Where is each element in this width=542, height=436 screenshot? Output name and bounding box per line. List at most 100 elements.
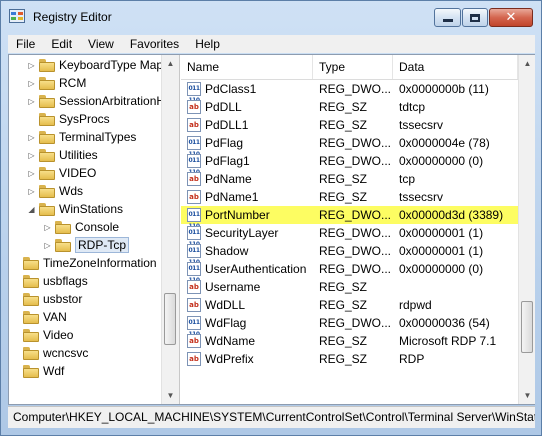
expand-arrow-icon[interactable]: ▷ xyxy=(27,187,36,196)
tree-item[interactable]: ▷ Console xyxy=(9,218,179,236)
value-row[interactable]: ab PdName1 REG_SZ tssecsrv xyxy=(181,188,518,206)
scroll-down-icon[interactable]: ▼ xyxy=(519,387,535,404)
value-row[interactable]: 011 110 WdFlag REG_DWO... 0x00000036 (54) xyxy=(181,314,518,338)
value-type: REG_SZ xyxy=(319,100,368,114)
value-row[interactable]: 011 110 PortNumber REG_DWO... 0x00000d3d (3… xyxy=(181,206,518,230)
value-row[interactable]: ab WdDLL REG_SZ rdpwd xyxy=(181,296,518,314)
value-row[interactable]: ab WdPrefix REG_SZ RDP xyxy=(181,350,518,368)
value-row[interactable]: 011 110 PdFlag1 REG_DWO... 0x00000000 (0) xyxy=(181,152,518,176)
value-name: WdDLL xyxy=(205,298,246,312)
value-type: REG_SZ xyxy=(319,334,368,348)
expand-arrow-icon[interactable]: ▷ xyxy=(27,61,36,70)
binary-value-icon: 011 110 xyxy=(187,208,201,230)
binary-value-icon: 011 110 xyxy=(187,262,201,284)
value-row[interactable]: ab PdName REG_SZ tcp xyxy=(181,170,518,188)
expand-arrow-icon[interactable]: ▷ xyxy=(27,169,36,178)
value-row[interactable]: ab PdDLL REG_SZ tdtcp xyxy=(181,98,518,116)
value-row[interactable]: ab Username REG_SZ xyxy=(181,278,518,296)
scroll-up-icon[interactable]: ▲ xyxy=(519,55,535,72)
tree-item[interactable]: usbstor xyxy=(9,290,161,308)
window-title: Registry Editor xyxy=(33,10,112,24)
expand-arrow-icon[interactable]: ▷ xyxy=(43,223,52,232)
value-row[interactable]: 011 110 PdClass1 REG_DWO... 0x0000000b (11) xyxy=(181,80,518,104)
value-name: PdClass1 xyxy=(205,82,257,96)
tree-item[interactable]: ▷ RDP-Tcp xyxy=(9,236,179,254)
scroll-down-icon[interactable]: ▼ xyxy=(162,387,179,404)
tree-item[interactable]: Video xyxy=(9,326,161,344)
value-row[interactable]: ab PdDLL1 REG_SZ tssecsrv xyxy=(181,116,518,134)
folder-icon xyxy=(39,202,55,216)
title-bar[interactable]: Registry Editor ✕ xyxy=(1,1,541,33)
value-name: WdFlag xyxy=(205,316,247,330)
menu-view[interactable]: View xyxy=(80,37,122,51)
key-tree: ▷ KeyboardType Mapp ▷ RCM ▷ SessionArbitratio… xyxy=(9,55,180,404)
minimize-button[interactable] xyxy=(434,8,461,27)
value-row[interactable]: ab WdName REG_SZ Microsoft RDP 7.1 xyxy=(181,332,518,350)
tree-item[interactable]: Wdf xyxy=(9,362,161,380)
expand-arrow-icon[interactable]: ▷ xyxy=(27,97,36,106)
tree-item[interactable]: TimeZoneInformation xyxy=(9,254,161,272)
tree-item-label: VIDEO xyxy=(59,166,97,180)
menu-file[interactable]: File xyxy=(8,37,43,51)
scroll-up-icon[interactable]: ▲ xyxy=(162,55,179,72)
tree-item[interactable]: ◢ WinStations xyxy=(9,200,177,218)
tree-item[interactable]: ▷ TerminalTypes xyxy=(9,128,177,146)
expand-arrow-icon[interactable]: ◢ xyxy=(27,205,36,214)
string-value-icon: ab xyxy=(187,298,201,312)
column-data-header[interactable]: Data xyxy=(393,55,518,79)
tree-item[interactable]: ▷ KeyboardType Mapp xyxy=(9,56,177,74)
folder-icon xyxy=(23,310,39,324)
maximize-button[interactable] xyxy=(462,8,488,27)
tree-scrollbar[interactable]: ▲ ▼ xyxy=(161,55,179,404)
tree-item[interactable]: usbflags xyxy=(9,272,161,290)
column-name-header[interactable]: Name xyxy=(181,55,313,79)
value-type: REG_SZ xyxy=(319,352,368,366)
menu-edit[interactable]: Edit xyxy=(43,37,80,51)
tree-item[interactable]: ▷ RCM xyxy=(9,74,177,92)
tree-item-label: SysProcs xyxy=(59,112,110,126)
tree-item[interactable]: ▷ VIDEO xyxy=(9,164,177,182)
tree-item-label: KeyboardType Mapp xyxy=(59,58,170,72)
expand-arrow-icon[interactable]: ▷ xyxy=(27,151,36,160)
string-value-icon: ab xyxy=(187,280,201,294)
folder-icon xyxy=(39,166,55,180)
tree-item[interactable]: VAN xyxy=(9,308,161,326)
close-button[interactable]: ✕ xyxy=(489,8,533,27)
value-type: REG_DWO... xyxy=(319,208,392,222)
value-name: WdName xyxy=(205,334,256,348)
tree-item[interactable]: wcncsvc xyxy=(9,344,161,362)
menu-help[interactable]: Help xyxy=(187,37,228,51)
tree-item[interactable]: ▷ Utilities xyxy=(9,146,177,164)
binary-value-icon: 011 110 xyxy=(187,154,201,176)
value-type: REG_DWO... xyxy=(319,244,392,258)
string-value-icon: ab xyxy=(187,172,201,186)
value-row[interactable]: 011 110 Shadow REG_DWO... 0x00000001 (1) xyxy=(181,242,518,266)
value-row[interactable]: 011 110 SecurityLayer REG_DWO... 0x00000001… xyxy=(181,224,518,248)
tree-item-label: Wds xyxy=(59,184,83,198)
value-type: REG_DWO... xyxy=(319,136,392,150)
menu-favorites[interactable]: Favorites xyxy=(122,37,187,51)
tree-item[interactable]: SysProcs xyxy=(9,110,177,128)
values-scrollbar[interactable]: ▲ ▼ xyxy=(518,55,535,404)
tree-item[interactable]: ▷ Wds xyxy=(9,182,177,200)
expand-arrow-icon[interactable]: ▷ xyxy=(27,79,36,88)
value-data: 0x00000001 (1) xyxy=(399,226,484,240)
tree-item-label: usbflags xyxy=(43,274,88,288)
expand-arrow-icon[interactable]: ▷ xyxy=(43,241,52,250)
value-name: SecurityLayer xyxy=(205,226,279,240)
values-scroll-thumb[interactable] xyxy=(521,301,533,353)
string-value-icon: ab xyxy=(187,190,201,204)
value-data: 0x00000000 (0) xyxy=(399,262,484,276)
folder-icon xyxy=(39,58,55,72)
value-name: PdFlag xyxy=(205,136,244,150)
tree-item-label: TerminalTypes xyxy=(59,130,137,144)
value-name: UserAuthentication xyxy=(205,262,307,276)
column-type-header[interactable]: Type xyxy=(313,55,393,79)
value-data: 0x00000001 (1) xyxy=(399,244,484,258)
expand-arrow-icon[interactable]: ▷ xyxy=(27,133,36,142)
value-row[interactable]: 011 110 PdFlag REG_DWO... 0x0000004e (78) xyxy=(181,134,518,158)
value-row[interactable]: 011 110 UserAuthentication REG_DWO... 0x000… xyxy=(181,260,518,284)
tree-item[interactable]: ▷ SessionArbitrationH xyxy=(9,92,177,110)
value-type: REG_DWO... xyxy=(319,82,392,96)
tree-scroll-thumb[interactable] xyxy=(164,293,176,345)
